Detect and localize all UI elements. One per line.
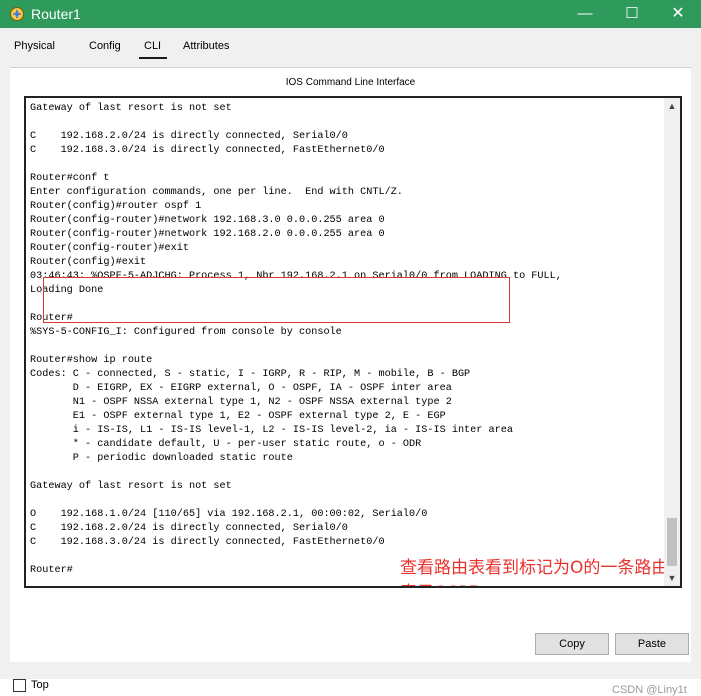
console-line: P - periodic downloaded static route xyxy=(30,453,293,464)
scroll-thumb[interactable] xyxy=(667,518,677,566)
minimize-icon: — xyxy=(577,5,593,22)
console-line: Gateway of last resort is not set xyxy=(30,103,232,114)
maximize-icon: ☐ xyxy=(625,5,639,22)
console-line: C 192.168.3.0/24 is directly connected, … xyxy=(30,145,385,156)
console-line: Router(config-router)#network 192.168.2.… xyxy=(30,229,385,240)
close-icon: ✕ xyxy=(671,5,685,22)
maximize-button[interactable]: ☐ xyxy=(609,0,655,28)
annotation-note: 查看路由表看到标记为O的一条路由，O表示OSPF xyxy=(400,558,680,586)
minimize-button[interactable]: — xyxy=(562,0,608,28)
console-line: Router#conf t xyxy=(30,173,110,184)
console-line: Router(config-router)#network 192.168.3.… xyxy=(30,215,385,226)
console-line: C 192.168.2.0/24 is directly connected, … xyxy=(30,523,348,534)
console-line: D - EIGRP, EX - EIGRP external, O - OSPF… xyxy=(30,383,452,394)
console-scrollbar[interactable]: ▲ ▼ xyxy=(664,98,680,586)
console-line: Router(config-router)#exit xyxy=(30,243,189,254)
console-line: Router#show ip route xyxy=(30,355,153,366)
console-line: Router(config)#exit xyxy=(30,257,147,268)
top-label: Top xyxy=(31,679,49,691)
router-app-icon xyxy=(10,7,24,21)
close-button[interactable]: ✕ xyxy=(655,0,701,28)
window-client-area: Physical Config CLI Attributes IOS Comma… xyxy=(0,28,701,696)
copy-button[interactable]: Copy xyxy=(535,633,609,655)
console-line: Gateway of last resort is not set xyxy=(30,481,232,492)
console-line: Enter configuration commands, one per li… xyxy=(30,187,403,198)
ospf-config-highlight-box xyxy=(43,277,510,323)
console-line: Codes: C - connected, S - static, I - IG… xyxy=(30,369,471,380)
console-line: * - candidate default, U - per-user stat… xyxy=(30,439,422,450)
cli-panel: IOS Command Line Interface Gateway of la… xyxy=(10,67,691,662)
console-line: E1 - OSPF external type 1, E2 - OSPF ext… xyxy=(30,411,446,422)
paste-button[interactable]: Paste xyxy=(615,633,689,655)
console-line: O 192.168.1.0/24 [110/65] via 192.168.2.… xyxy=(30,509,428,520)
console-output[interactable]: Gateway of last resort is not set C 192.1… xyxy=(30,102,660,578)
cli-panel-title: IOS Command Line Interface xyxy=(285,77,416,88)
watermark: CSDN @Liny1t xyxy=(612,684,687,696)
tab-physical[interactable]: Physical xyxy=(14,40,55,52)
console-line: Router(config)#router ospf 1 xyxy=(30,201,202,212)
scroll-up-arrow-icon[interactable]: ▲ xyxy=(664,98,680,114)
top-checkbox[interactable] xyxy=(13,679,26,692)
console-line: C 192.168.3.0/24 is directly connected, … xyxy=(30,537,385,548)
window-title: Router1 xyxy=(31,6,81,22)
scroll-down-arrow-icon[interactable]: ▼ xyxy=(664,570,680,586)
title-bar[interactable]: Router1 — ☐ ✕ xyxy=(0,0,701,28)
console-line: C 192.168.2.0/24 is directly connected, … xyxy=(30,131,348,142)
console-line: i - IS-IS, L1 - IS-IS level-1, L2 - IS-I… xyxy=(30,425,513,436)
console-line: N1 - OSPF NSSA external type 1, N2 - OSP… xyxy=(30,397,452,408)
console-line: %SYS-5-CONFIG_I: Configured from console… xyxy=(30,327,342,338)
cli-console[interactable]: Gateway of last resort is not set C 192.1… xyxy=(24,96,682,588)
tab-cli[interactable]: CLI xyxy=(138,40,168,59)
tab-attributes[interactable]: Attributes xyxy=(183,40,229,52)
tab-config[interactable]: Config xyxy=(89,40,121,52)
